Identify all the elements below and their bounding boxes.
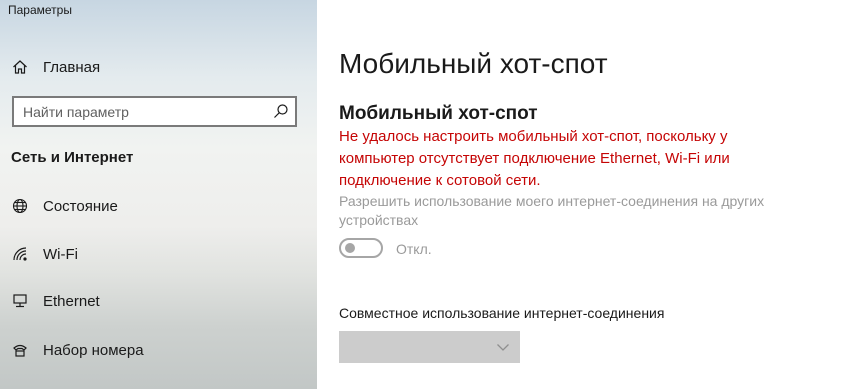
page-title: Мобильный хот-спот — [339, 48, 608, 79]
sidebar-item-dialup[interactable]: Набор номера — [0, 330, 317, 370]
search-box — [12, 96, 297, 127]
error-message: Не удалось настроить мобильный хот-спот,… — [339, 128, 730, 189]
main-content: Мобильный хот-спот Мобильный хот-спот Не… — [317, 0, 842, 389]
ics-dropdown[interactable] — [339, 331, 520, 363]
search-icon[interactable] — [273, 103, 289, 119]
wifi-icon — [11, 245, 29, 263]
ethernet-icon — [11, 292, 29, 310]
chevron-down-icon — [496, 340, 510, 354]
toggle-knob — [345, 243, 355, 253]
sidebar-section-heading: Сеть и Интернет — [11, 149, 134, 166]
sidebar-item-wifi[interactable]: Wi-Fi — [0, 234, 317, 274]
sidebar-item-label: Ethernet — [43, 292, 100, 310]
search-input[interactable] — [14, 98, 263, 125]
globe-icon — [11, 197, 29, 215]
sidebar: Параметры Главная Сеть и Интернет — [0, 0, 317, 389]
hotspot-toggle[interactable] — [339, 238, 383, 258]
toggle-state-label: Откл. — [396, 241, 432, 257]
ics-label: Совместное использование интернет-соедин… — [339, 305, 665, 321]
sidebar-item-ethernet[interactable]: Ethernet — [0, 281, 317, 321]
sidebar-item-label: Wi-Fi — [43, 245, 78, 263]
sidebar-item-status[interactable]: Состояние — [0, 186, 317, 226]
sidebar-item-label: Главная — [43, 58, 101, 76]
sidebar-item-home[interactable]: Главная — [0, 47, 317, 87]
section-title: Мобильный хот-спот — [339, 103, 538, 124]
sidebar-item-label: Набор номера — [43, 341, 144, 359]
home-icon — [11, 58, 29, 76]
app-title: Параметры — [8, 3, 72, 17]
sidebar-item-label: Состояние — [43, 197, 118, 215]
share-description: Разрешить использование моего интернет-с… — [339, 193, 765, 228]
dialup-icon — [11, 341, 29, 359]
